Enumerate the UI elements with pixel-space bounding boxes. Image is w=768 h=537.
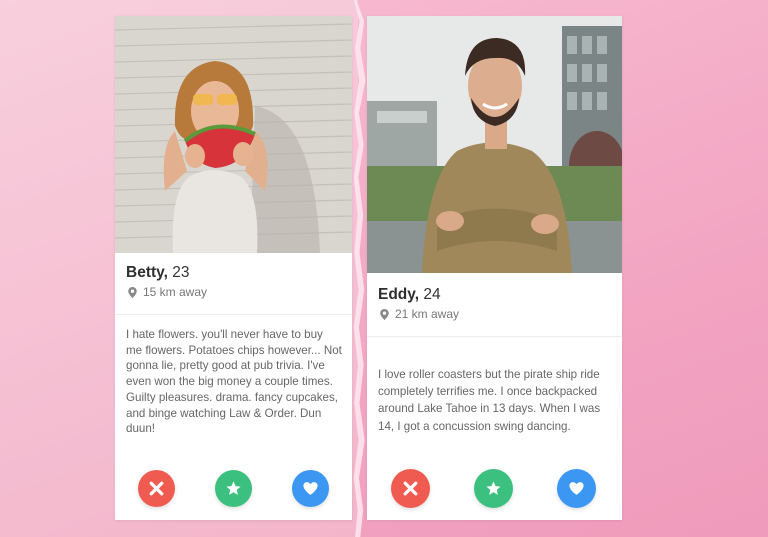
superlike-button[interactable] — [215, 470, 252, 507]
like-button[interactable] — [557, 469, 596, 508]
star-icon — [226, 481, 241, 495]
heart-icon — [569, 482, 584, 495]
profile-card-eddy[interactable]: Eddy, 24 21 km away I love roller coaste… — [367, 16, 622, 520]
profile-age: 23 — [172, 264, 190, 281]
x-icon — [403, 481, 418, 496]
man-arms-crossed-image — [367, 16, 622, 273]
dislike-button[interactable] — [391, 469, 430, 508]
superlike-button[interactable] — [474, 469, 513, 508]
profile-name-age: Betty, 23 — [126, 264, 189, 282]
divider — [367, 336, 622, 337]
profile-distance: 21 km away — [395, 307, 460, 321]
profile-distance: 15 km away — [143, 285, 208, 299]
profile-photo[interactable] — [115, 16, 352, 253]
location-pin-icon — [380, 308, 389, 320]
profile-location: 21 km away — [380, 307, 459, 321]
profile-location: 15 km away — [128, 285, 207, 299]
profile-name: Betty, — [126, 264, 168, 281]
profile-name-age: Eddy, 24 — [378, 286, 441, 304]
profile-age: 24 — [423, 286, 441, 303]
x-icon — [149, 481, 164, 496]
profile-bio: I love roller coasters but the pirate sh… — [378, 368, 601, 433]
profile-photo[interactable] — [367, 16, 622, 273]
profile-name: Eddy, — [378, 286, 420, 303]
woman-eating-watermelon-image — [115, 16, 352, 253]
heart-icon — [303, 482, 318, 495]
star-icon — [486, 481, 501, 495]
divider — [115, 314, 352, 315]
profile-bio: I hate flowers. you'll never have to buy… — [126, 328, 342, 436]
dislike-button[interactable] — [138, 470, 175, 507]
like-button[interactable] — [292, 470, 329, 507]
profile-card-betty[interactable]: Betty, 23 15 km away I hate flowers. you… — [115, 16, 352, 520]
location-pin-icon — [128, 286, 137, 298]
